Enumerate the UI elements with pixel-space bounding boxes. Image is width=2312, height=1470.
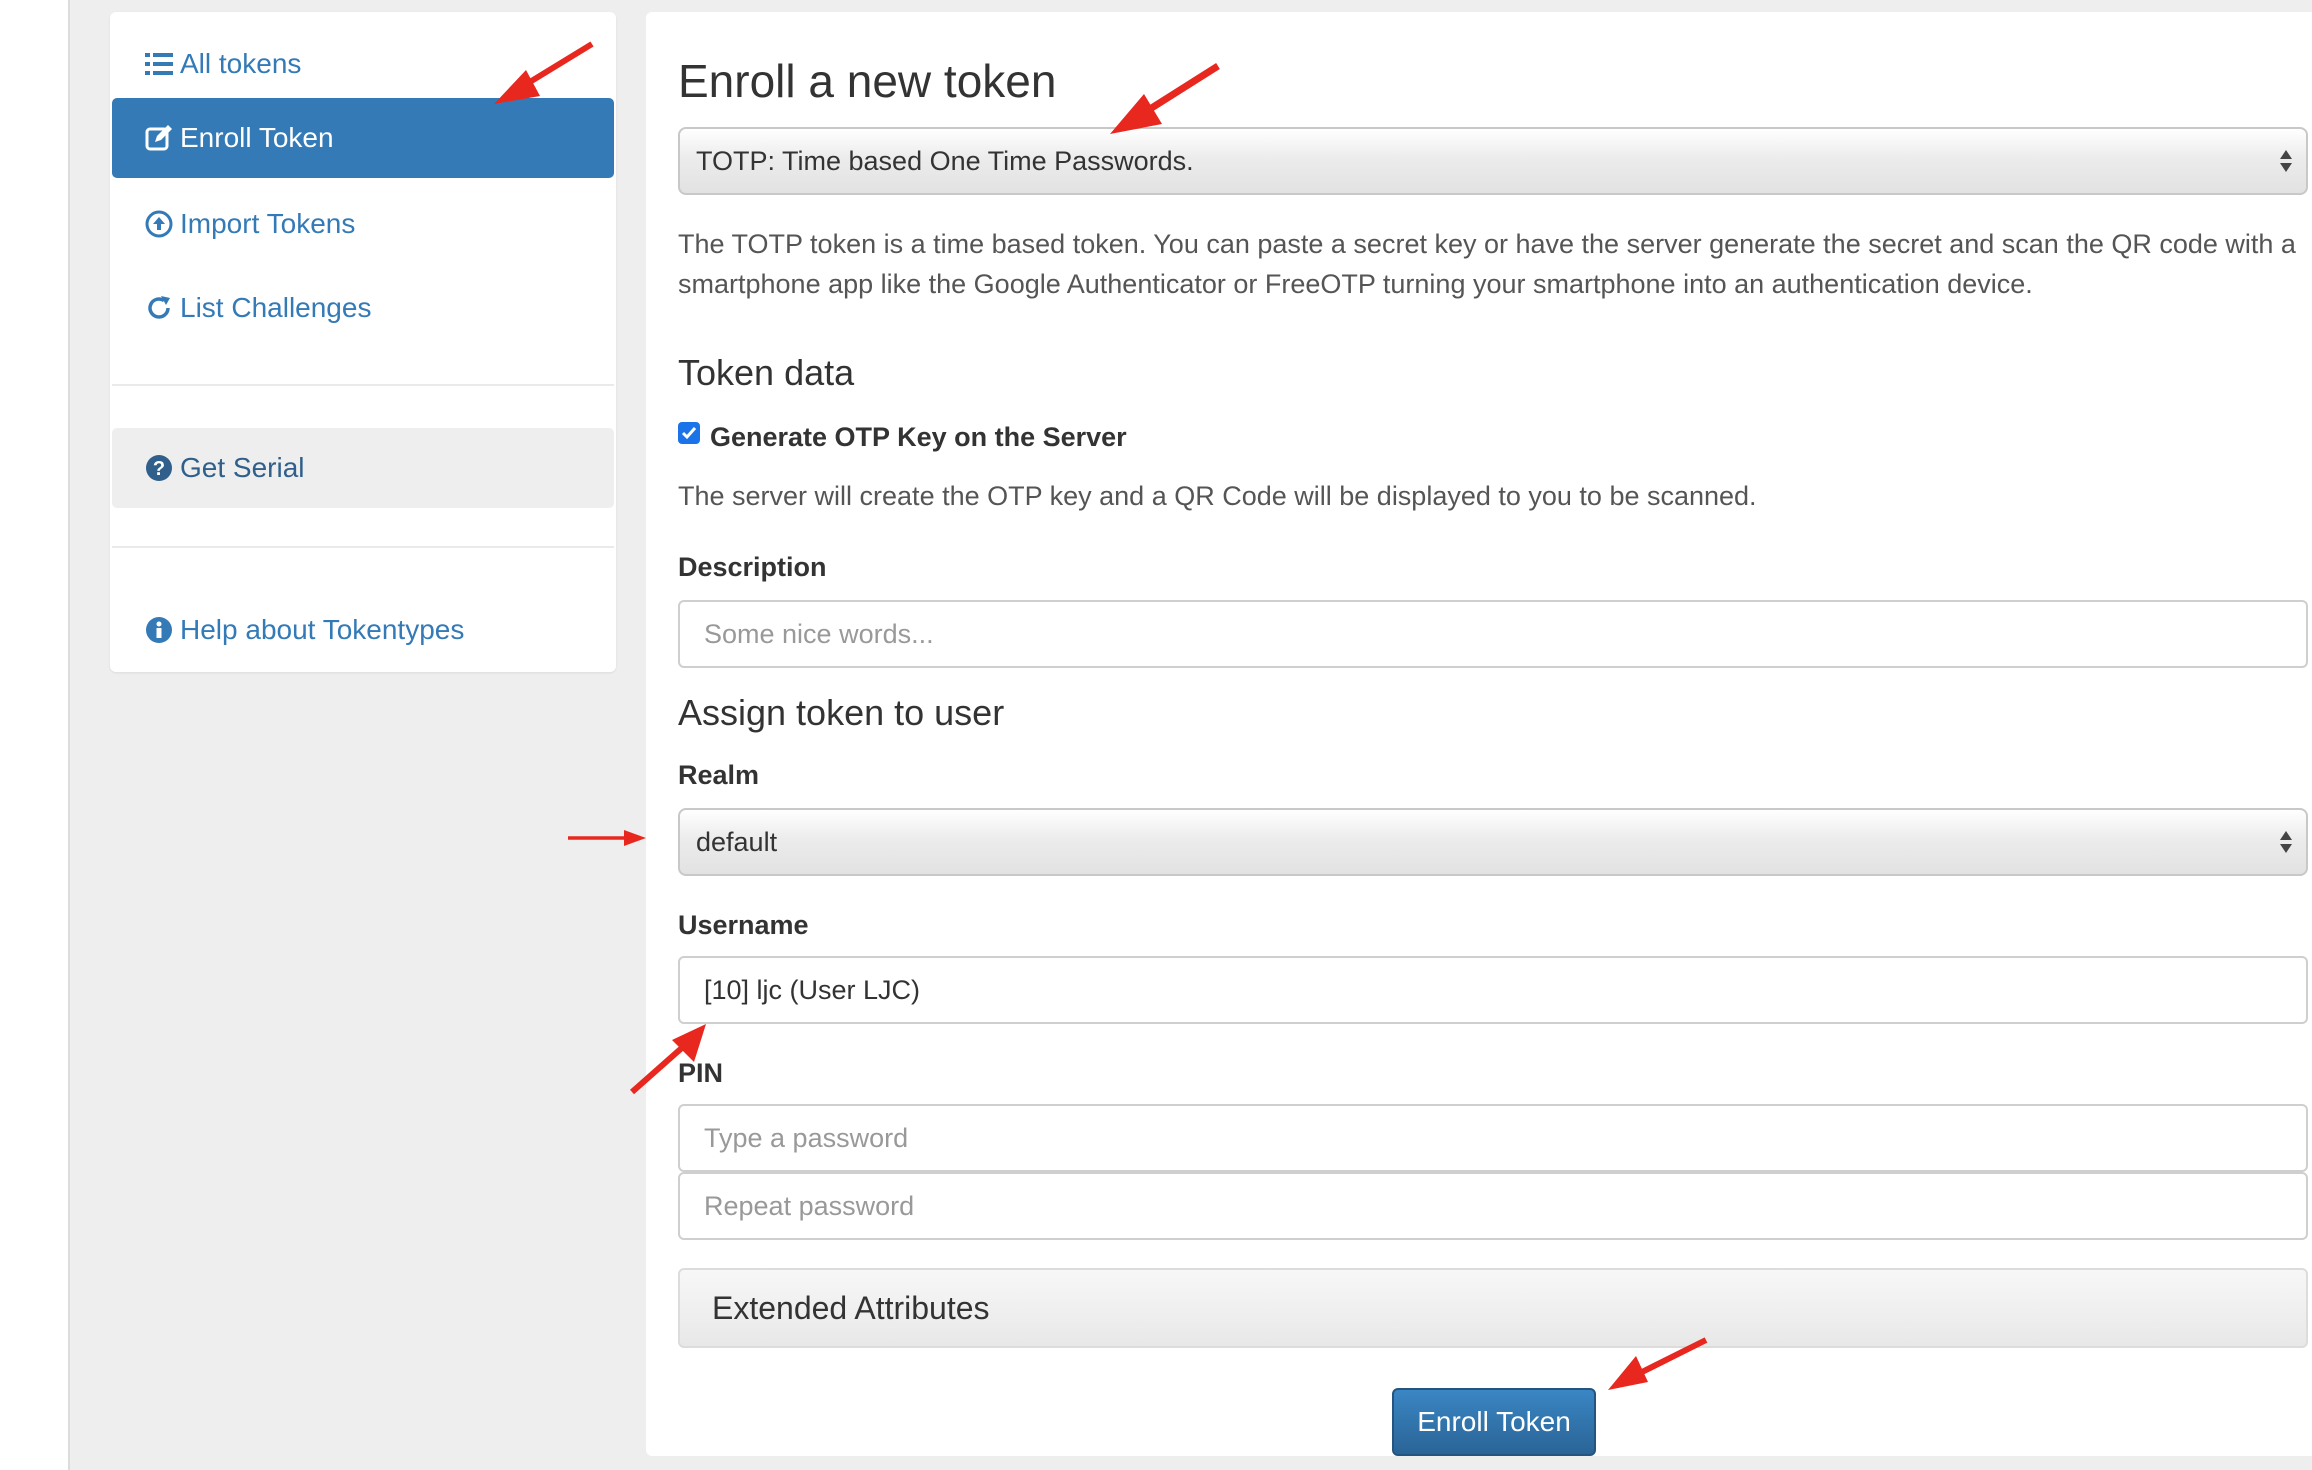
sidebar-item-enroll-token[interactable]: Enroll Token	[112, 98, 614, 178]
token-type-description: The TOTP token is a time based token. Yo…	[678, 229, 2296, 299]
username-label: Username	[678, 910, 809, 940]
list-icon	[144, 49, 174, 79]
upload-circle-icon	[144, 209, 174, 239]
chevron-updown-icon	[2280, 831, 2292, 853]
sidebar: All tokens Enroll Token Import Tokens Li…	[110, 12, 616, 672]
main-panel: Enroll a new token TOTP: Time based One …	[646, 12, 2312, 1456]
left-edge-panel	[0, 0, 70, 1470]
sidebar-divider	[112, 384, 614, 386]
sidebar-item-label: Help about Tokentypes	[180, 614, 465, 645]
sidebar-item-list-challenges[interactable]: List Challenges	[112, 268, 614, 348]
description-input[interactable]: Some nice words...	[678, 600, 2308, 668]
realm-value: default	[696, 826, 778, 857]
chevron-updown-icon	[2280, 150, 2292, 172]
realm-label: Realm	[678, 760, 760, 790]
sidebar-item-help-tokentypes[interactable]: Help about Tokentypes	[112, 590, 614, 670]
annotation-arrow-icon	[624, 830, 646, 846]
username-input[interactable]: [10] ljc (User LJC)	[678, 956, 2308, 1024]
generate-key-checkbox[interactable]	[678, 422, 700, 444]
sidebar-divider	[112, 546, 614, 548]
sidebar-item-label: Enroll Token	[180, 122, 334, 153]
sidebar-item-get-serial[interactable]: ? Get Serial	[112, 428, 614, 508]
sidebar-item-all-tokens[interactable]: All tokens	[112, 24, 614, 104]
page-title: Enroll a new token	[678, 55, 1057, 107]
enroll-token-button-label: Enroll Token	[1417, 1406, 1571, 1437]
description-placeholder: Some nice words...	[704, 618, 934, 649]
pin-repeat-input[interactable]: Repeat password	[678, 1172, 2308, 1240]
realm-select[interactable]: default	[678, 808, 2308, 876]
assign-user-heading: Assign token to user	[678, 692, 1005, 733]
sidebar-item-label: Get Serial	[180, 452, 305, 483]
check-icon	[681, 427, 697, 440]
extended-attributes-label: Extended Attributes	[712, 1289, 990, 1326]
sidebar-item-label: Import Tokens	[180, 208, 356, 239]
svg-text:?: ?	[153, 458, 165, 480]
info-circle-icon	[144, 615, 174, 645]
edit-icon	[144, 123, 174, 153]
generate-key-label: Generate OTP Key on the Server	[710, 422, 1127, 452]
sidebar-item-label: All tokens	[180, 48, 302, 79]
pin-repeat-placeholder: Repeat password	[704, 1190, 915, 1221]
enroll-token-button[interactable]: Enroll Token	[1392, 1388, 1596, 1456]
sidebar-item-label: List Challenges	[180, 292, 372, 323]
token-type-select[interactable]: TOTP: Time based One Time Passwords.	[678, 127, 2308, 195]
refresh-icon	[144, 293, 174, 323]
pin-input[interactable]: Type a password	[678, 1104, 2308, 1172]
sidebar-item-import-tokens[interactable]: Import Tokens	[112, 184, 614, 264]
username-value: [10] ljc (User LJC)	[704, 974, 921, 1005]
description-label: Description	[678, 552, 827, 582]
generate-key-help: The server will create the OTP key and a…	[678, 481, 1757, 511]
pin-label: PIN	[678, 1058, 724, 1088]
token-data-heading: Token data	[678, 352, 855, 393]
extended-attributes-panel[interactable]: Extended Attributes	[678, 1268, 2308, 1348]
question-circle-icon: ?	[144, 453, 174, 483]
token-type-value: TOTP: Time based One Time Passwords.	[696, 145, 1194, 176]
pin-placeholder: Type a password	[704, 1122, 909, 1153]
